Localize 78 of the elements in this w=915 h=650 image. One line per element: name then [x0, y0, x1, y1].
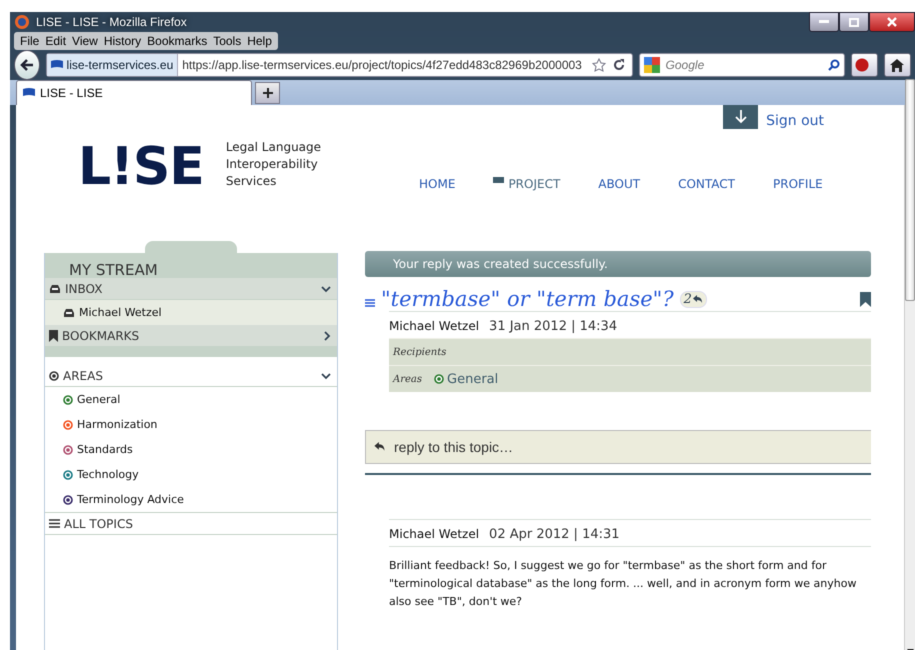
menu-item[interactable]: File [20, 34, 40, 48]
author-name[interactable]: Michael Wetzel [389, 319, 480, 333]
reply-icon [692, 294, 703, 304]
reply-field[interactable]: reply to this topic… [365, 430, 871, 464]
url-text: https://app.lise-termservices.eu/project/topics/4f27edd483c82969b2000003 [181, 58, 583, 72]
down-arrow-icon [734, 110, 747, 124]
site-identity[interactable]: lise-termservices.eu [46, 54, 178, 76]
back-button[interactable] [14, 50, 40, 80]
area-link[interactable]: General [434, 372, 498, 386]
post-date: 31 Jan 2012 | 14:34 [489, 319, 618, 334]
chevron-right-icon[interactable] [323, 330, 331, 340]
star-icon[interactable] [592, 58, 606, 72]
menu-item[interactable]: View [72, 34, 98, 48]
bookmarks-header[interactable]: BOOKMARKS [45, 325, 337, 347]
close-button[interactable] [869, 12, 915, 32]
menu-item[interactable]: Help [247, 34, 272, 48]
maximize-icon [849, 18, 859, 26]
inbox-header[interactable]: INBOX [45, 278, 337, 300]
chevron-down-icon[interactable] [321, 372, 331, 380]
inbox-icon [63, 308, 75, 318]
browser-logo-icon [14, 14, 30, 30]
panel-title: MY STREAM [45, 253, 337, 278]
back-arrow-icon [20, 59, 34, 71]
section-label: ALL TOPICS [64, 516, 133, 530]
topic-title: "termbase" or "term base"? [381, 287, 674, 311]
post-body: Brilliant feedback! So, I suggest we go for "termbase" as the short form and for "terminological database" as the long form. ... well, and in acronym form we anyhow also see "TB", don't we? [389, 546, 871, 611]
logo: L!SE [78, 141, 204, 193]
section-label: INBOX [65, 282, 102, 296]
recipients-label: Recipients [393, 346, 446, 358]
success-notice: Your reply was created successfully. [365, 251, 871, 277]
site-flag-icon [50, 60, 63, 70]
section-label: AREAS [63, 368, 103, 382]
sign-out-link[interactable]: Sign out [766, 113, 824, 129]
maximize-button[interactable] [839, 12, 869, 32]
search-icon[interactable] [828, 59, 840, 71]
nav-link[interactable]: PROFILE [773, 177, 823, 191]
inbox-icon [49, 284, 61, 294]
author-name[interactable]: Michael Wetzel [389, 527, 480, 541]
adblock-button[interactable] [850, 53, 878, 77]
bookmark-icon[interactable] [860, 292, 871, 306]
scrollbar-thumb[interactable] [905, 78, 915, 300]
list-icon [49, 519, 60, 528]
post-date: 02 Apr 2012 | 14:31 [489, 527, 620, 542]
areas-label: Areas [393, 374, 422, 384]
menu-item[interactable]: Tools [213, 34, 242, 48]
minimize-button[interactable] [809, 12, 839, 32]
tagline: Legal Language Interoperability Services [226, 139, 322, 190]
tab-flag-icon [23, 88, 35, 98]
home-button[interactable] [884, 53, 912, 77]
flag-icon [493, 177, 504, 185]
nav-link[interactable]: HOME [419, 177, 456, 191]
browser-tab[interactable]: LISE - LISE [16, 80, 252, 105]
reply-icon [374, 442, 386, 452]
section-label: BOOKMARKS [62, 328, 140, 342]
all-topics-item[interactable]: ALL TOPICS [45, 512, 337, 535]
home-icon [890, 58, 904, 72]
nav-link[interactable]: CONTACT [678, 177, 735, 191]
reload-icon[interactable] [612, 58, 626, 72]
menu-item[interactable]: Edit [45, 34, 66, 48]
nav-link[interactable]: PROJECT [493, 177, 560, 191]
search-bar[interactable]: Google [638, 53, 845, 77]
plus-icon [262, 88, 272, 98]
inbox-item[interactable]: Michael Wetzel [45, 300, 337, 325]
window-title: LISE - LISE - Mozilla Firefox [36, 15, 187, 29]
sign-out-button[interactable] [723, 105, 758, 129]
minimize-icon [819, 20, 829, 24]
menu-icon[interactable] [365, 299, 375, 307]
bookmark-icon [49, 330, 58, 342]
address-bar[interactable]: lise-termservices.eu https://app.lise-termservices.eu/project/topics/4f27edd483c82969b2000003 [46, 53, 633, 77]
menu-item[interactable]: Bookmarks [147, 34, 208, 48]
search-engine-icon[interactable] [644, 57, 660, 73]
reply-count: 2 [680, 290, 707, 308]
target-icon [49, 370, 59, 380]
chevron-down-icon[interactable] [321, 284, 331, 292]
new-tab-button[interactable] [255, 82, 280, 104]
menu-item[interactable]: History [104, 34, 142, 48]
close-icon [887, 17, 897, 27]
nav-link[interactable]: ABOUT [598, 177, 640, 191]
